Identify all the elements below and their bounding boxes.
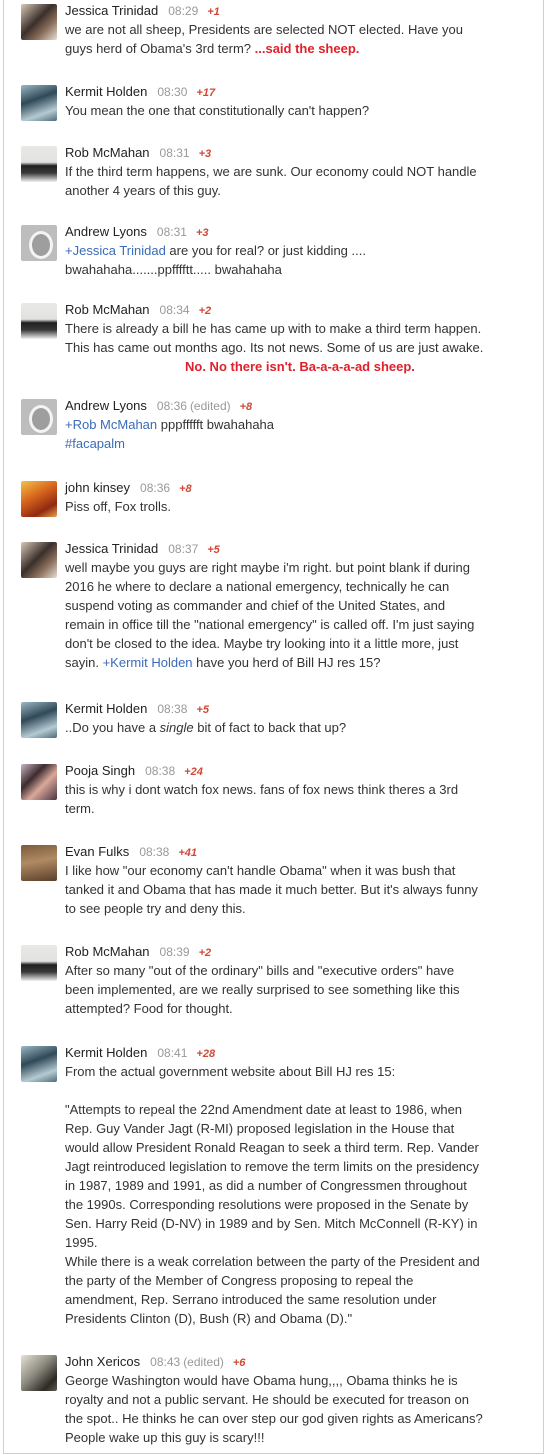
score: +1	[207, 6, 220, 18]
timestamp[interactable]: 08:43	[150, 1355, 180, 1369]
edited-label: (edited)	[183, 1355, 224, 1369]
comment-text: this is why i dont watch fox news. fans …	[65, 782, 459, 816]
timestamp[interactable]: 08:30	[157, 85, 187, 99]
default-avatar-icon[interactable]	[21, 225, 57, 261]
timestamp[interactable]: 08:31	[157, 225, 187, 239]
score: +3	[195, 227, 209, 239]
score: +28	[196, 1048, 216, 1060]
comment-text: From the actual government website about…	[65, 1064, 480, 1326]
comment-thread: Jessica Trinidad 08:29 +1 we are not all s…	[3, 0, 544, 1454]
default-avatar-icon[interactable]	[21, 399, 57, 435]
author-name[interactable]: Jessica Trinidad	[65, 541, 158, 556]
annotation-note: ...said the sheep.	[254, 41, 360, 56]
author-name[interactable]: Kermit Holden	[65, 84, 147, 99]
mention-link[interactable]: +Rob McMahan	[65, 417, 157, 432]
author-name[interactable]: John Xericos	[65, 1354, 140, 1369]
profile-photo-icon[interactable]	[21, 4, 57, 40]
comment-text: Piss off, Fox trolls.	[65, 499, 171, 514]
profile-photo-icon[interactable]	[21, 303, 57, 339]
profile-photo-icon[interactable]	[21, 702, 57, 738]
timestamp[interactable]: 08:36	[140, 481, 170, 495]
profile-photo-icon[interactable]	[21, 481, 57, 517]
score: +8	[179, 483, 192, 495]
score: +2	[198, 947, 212, 959]
comment-text: George Washington would have Obama hung,…	[65, 1373, 483, 1445]
timestamp[interactable]: 08:41	[157, 1046, 187, 1060]
profile-photo-icon[interactable]	[21, 85, 57, 121]
timestamp[interactable]: 08:38	[157, 702, 187, 716]
score: +8	[239, 401, 253, 413]
author-name[interactable]: Kermit Holden	[65, 1045, 147, 1060]
timestamp[interactable]: 08:31	[160, 146, 190, 160]
score: +2	[198, 305, 212, 317]
score: +3	[198, 148, 212, 160]
timestamp[interactable]: 08:36	[157, 399, 187, 413]
edited-label: (edited)	[189, 399, 231, 413]
comment-text: +Jessica Trinidad are you for real? or j…	[65, 243, 366, 277]
mention-link[interactable]: +Kermit Holden	[103, 655, 193, 670]
comment-text: well maybe you guys are right maybe i'm …	[65, 560, 475, 670]
score: +24	[184, 766, 203, 778]
timestamp[interactable]: 08:39	[160, 945, 190, 959]
profile-photo-icon[interactable]	[21, 542, 57, 578]
score: +17	[196, 87, 216, 99]
timestamp[interactable]: 08:38	[139, 845, 169, 859]
comment-text: There is already a bill he has came up w…	[65, 321, 484, 374]
score: +5	[207, 544, 220, 556]
timestamp[interactable]: 08:29	[168, 4, 198, 18]
timestamp[interactable]: 08:34	[160, 303, 190, 317]
profile-photo-icon[interactable]	[21, 845, 57, 881]
score: +6	[232, 1357, 246, 1369]
score: +41	[178, 847, 198, 859]
profile-photo-icon[interactable]	[21, 146, 57, 182]
profile-photo-icon[interactable]	[21, 1355, 57, 1391]
comment-text: we are not all sheep, Presidents are sel…	[65, 22, 463, 56]
timestamp[interactable]: 08:38	[145, 764, 175, 778]
comment-text: +Rob McMahan pppffffft bwahahaha #facapa…	[65, 417, 275, 451]
profile-photo-icon[interactable]	[21, 1046, 57, 1082]
author-name[interactable]: Andrew Lyons	[65, 224, 147, 239]
comment-text: If the third term happens, we are sunk. …	[65, 164, 477, 198]
comment-text: After so many "out of the ordinary" bill…	[65, 963, 460, 1016]
hashtag-link[interactable]: #facapalm	[65, 436, 125, 451]
author-name[interactable]: Jessica Trinidad	[65, 3, 158, 18]
author-name[interactable]: Andrew Lyons	[65, 398, 147, 413]
author-name[interactable]: Rob McMahan	[65, 302, 150, 317]
author-name[interactable]: Rob McMahan	[65, 145, 150, 160]
timestamp[interactable]: 08:37	[168, 542, 198, 556]
profile-photo-icon[interactable]	[21, 945, 57, 981]
comment-text: I like how "our economy can't handle Oba…	[65, 863, 478, 916]
score: +5	[196, 704, 209, 716]
mention-link[interactable]: +Jessica Trinidad	[65, 243, 166, 258]
author-name[interactable]: Pooja Singh	[65, 763, 135, 778]
comment-text: ..Do you have a single bit of fact to ba…	[65, 720, 347, 735]
author-name[interactable]: Rob McMahan	[65, 944, 150, 959]
profile-photo-icon[interactable]	[21, 764, 57, 800]
comment-text: You mean the one that constitutionally c…	[65, 103, 370, 118]
author-name[interactable]: Evan Fulks	[65, 844, 129, 859]
annotation-note: No. No there isn't. Ba-a-a-a-ad sheep.	[185, 359, 415, 374]
author-name[interactable]: john kinsey	[65, 480, 130, 495]
author-name[interactable]: Kermit Holden	[65, 701, 147, 716]
